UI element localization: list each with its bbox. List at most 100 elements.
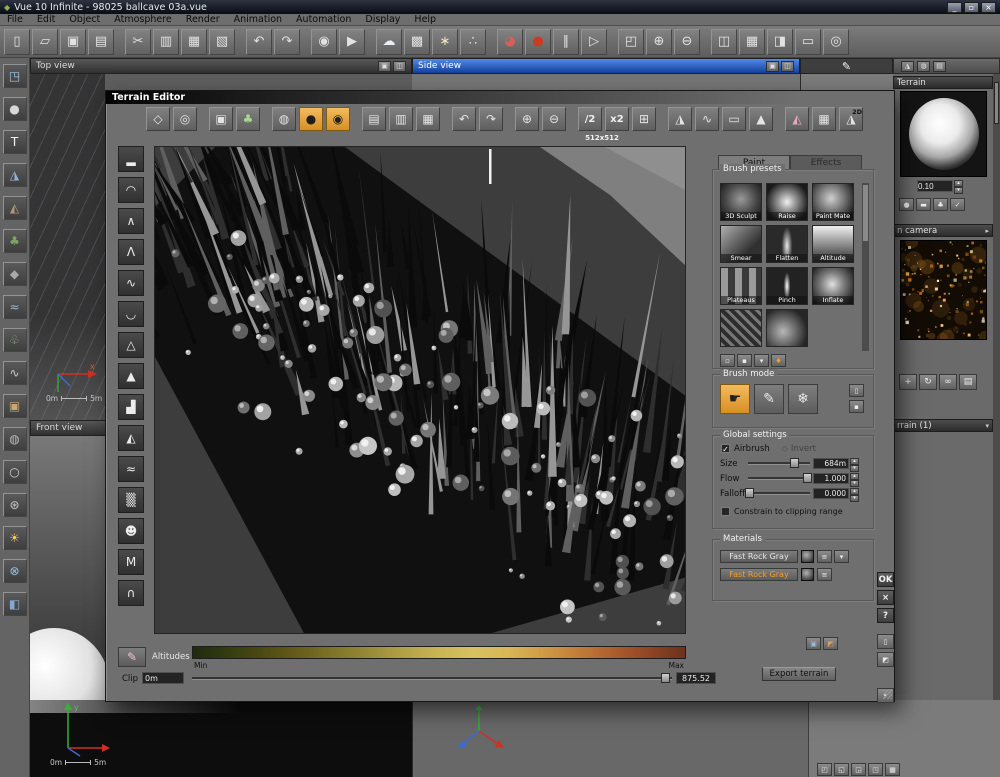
flow-spinner[interactable]: ▴▾	[850, 473, 859, 485]
viewport-display-mode-icon[interactable]: ▣	[766, 61, 779, 72]
redo-button[interactable]: ↷	[479, 107, 503, 131]
rock-object-icon[interactable]: ◆	[3, 262, 27, 286]
picture-map-button[interactable]: ▣	[209, 107, 233, 131]
brush-preset-inflate[interactable]: Inflate	[812, 267, 854, 305]
pick-altitude-button[interactable]: ▲	[749, 107, 773, 131]
display-wireframe-button[interactable]: ◍	[272, 107, 296, 131]
preview-ground-icon[interactable]: ▬	[916, 198, 931, 211]
magic-wand-icon[interactable]: ∗	[432, 29, 458, 55]
pause-render-icon[interactable]: ∥	[553, 29, 579, 55]
brush-profile-icon[interactable]: ◡	[118, 301, 144, 327]
altitude-brush-icon[interactable]: ✎	[118, 647, 146, 667]
object-library-icon[interactable]: ▩	[404, 29, 430, 55]
redo-icon[interactable]: ↷	[274, 29, 300, 55]
erode-terrain-button[interactable]: ∿	[695, 107, 719, 131]
taskbar-window-icon[interactable]: ◰	[817, 763, 832, 776]
terrain-value-spinner[interactable]: ▴▾	[954, 180, 963, 192]
flow-slider[interactable]	[748, 477, 810, 480]
copy-terrain-button[interactable]: ▤	[362, 107, 386, 131]
resize-grip[interactable]	[883, 690, 892, 699]
cancel-button[interactable]: ×	[877, 590, 894, 605]
clip-mask-button[interactable]: ▦	[812, 107, 836, 131]
paint-effect-button[interactable]: ◭	[785, 107, 809, 131]
brush-profile-icon[interactable]: ∧	[118, 208, 144, 234]
tab-effects[interactable]: Effects	[790, 155, 862, 170]
brush-preset-pinch[interactable]: Pinch	[766, 267, 808, 305]
terrain-ball-object[interactable]	[30, 628, 105, 700]
menu-help[interactable]: Help	[407, 14, 443, 25]
constrain-checkbox[interactable]	[721, 507, 730, 516]
zoom-out-button[interactable]: ⊖	[542, 107, 566, 131]
viewport-display-mode-icon[interactable]: ▣	[378, 61, 391, 72]
undo-button[interactable]: ↶	[452, 107, 476, 131]
view-2d-button[interactable]: ◮2D	[839, 107, 863, 131]
brush-preset-plateaus[interactable]: Plateaus	[720, 267, 762, 305]
paste-into-icon[interactable]: ▧	[209, 29, 235, 55]
camera-view-viewport[interactable]	[412, 700, 808, 777]
save-material-icon[interactable]: ▣	[806, 637, 821, 650]
altitude-gradient-bar[interactable]	[192, 646, 686, 659]
plant-object-icon[interactable]: ♧	[3, 328, 27, 352]
safe-frame-icon[interactable]: ▦	[739, 29, 765, 55]
swap-layout-icon[interactable]: ◫	[711, 29, 737, 55]
resize-terrain-button[interactable]: ⊞	[632, 107, 656, 131]
slider-handle[interactable]	[790, 458, 799, 468]
resume-render-icon[interactable]: ▷	[581, 29, 607, 55]
terrain-object-icon[interactable]: ◮	[3, 163, 27, 187]
freeze-mode-icon[interactable]: ❄	[788, 384, 818, 414]
brush-profile-icon[interactable]: ▲	[118, 363, 144, 389]
slider-handle[interactable]	[661, 673, 670, 683]
taskbar-window-icon[interactable]: ▦	[885, 763, 900, 776]
material-pick-icon[interactable]: ▾	[834, 550, 849, 563]
dual-display-icon[interactable]: ▭	[795, 29, 821, 55]
material-preview[interactable]	[801, 550, 814, 563]
top-view-header[interactable]: Top view ▣◫	[30, 58, 412, 74]
new-scene-icon[interactable]: ▯	[4, 29, 30, 55]
zoom-in-button[interactable]: ⊕	[515, 107, 539, 131]
window-titlebar[interactable]: ◆ Vue 10 Infinite - 98025 ballcave 03a.v…	[0, 0, 1000, 14]
terrain-editor-titlebar[interactable]: Terrain Editor	[106, 91, 894, 104]
brush-profile-icon[interactable]: ▒	[118, 487, 144, 513]
size-slider[interactable]	[748, 462, 810, 465]
terrain-palette-icon[interactable]: ◩	[877, 652, 894, 667]
animation-setup-icon[interactable]: ◨	[767, 29, 793, 55]
undo-icon[interactable]: ↶	[246, 29, 272, 55]
material-button[interactable]: Fast Rock Gray	[720, 568, 798, 581]
open-scene-icon[interactable]: ▱	[32, 29, 58, 55]
slider-handle[interactable]	[803, 473, 812, 483]
perspective-view-floor[interactable]: y 0m 5m	[30, 700, 412, 777]
half-resolution-button[interactable]: /2512x512	[578, 107, 602, 131]
mask-clear-icon[interactable]: ▪	[849, 400, 864, 413]
paste-terrain-button[interactable]: ▦	[416, 107, 440, 131]
menu-edit[interactable]: Edit	[30, 14, 62, 25]
camera-object-icon[interactable]: ◧	[3, 592, 27, 616]
render-icon[interactable]: ◉	[311, 29, 337, 55]
brush-profile-icon[interactable]: ∿	[118, 270, 144, 296]
terrain-value-input[interactable]	[917, 180, 953, 192]
brush-profile-icon[interactable]: M	[118, 549, 144, 575]
export-terrain-button[interactable]: Export terrain	[762, 667, 836, 681]
menu-atmosphere[interactable]: Atmosphere	[107, 14, 179, 25]
material-preview[interactable]	[801, 568, 814, 581]
terrain-panel-header[interactable]: Terrain	[893, 76, 993, 89]
menu-object[interactable]: Object	[62, 14, 107, 25]
taskbar-window-icon[interactable]: ◳	[868, 763, 883, 776]
menu-render[interactable]: Render	[179, 14, 227, 25]
terrain-tab-icon[interactable]: ◮	[901, 61, 914, 72]
preset-lock-icon[interactable]: ♦	[771, 354, 786, 367]
library-tab-icon[interactable]: ▤	[933, 61, 946, 72]
camera-panel-header[interactable]: n camera ▸	[893, 224, 993, 237]
front-view-viewport[interactable]	[30, 436, 105, 700]
falloff-slider[interactable]	[748, 492, 810, 495]
taskbar-window-icon[interactable]: ◲	[851, 763, 866, 776]
preset-scrollbar[interactable]	[862, 183, 869, 351]
sculpt-mode-icon[interactable]: ☛	[720, 384, 750, 414]
brush-preset-altitude[interactable]: Altitude	[812, 225, 854, 263]
menu-file[interactable]: File	[0, 14, 30, 25]
side-view-viewport[interactable]	[412, 74, 800, 90]
airbrush-checkbox[interactable]: ✓	[721, 444, 730, 453]
brush-profile-icon[interactable]: ≈	[118, 456, 144, 482]
text-object-icon[interactable]: T	[3, 130, 27, 154]
brush-profile-icon[interactable]: ◭	[118, 425, 144, 451]
brush-profile-icon[interactable]: ☻	[118, 518, 144, 544]
